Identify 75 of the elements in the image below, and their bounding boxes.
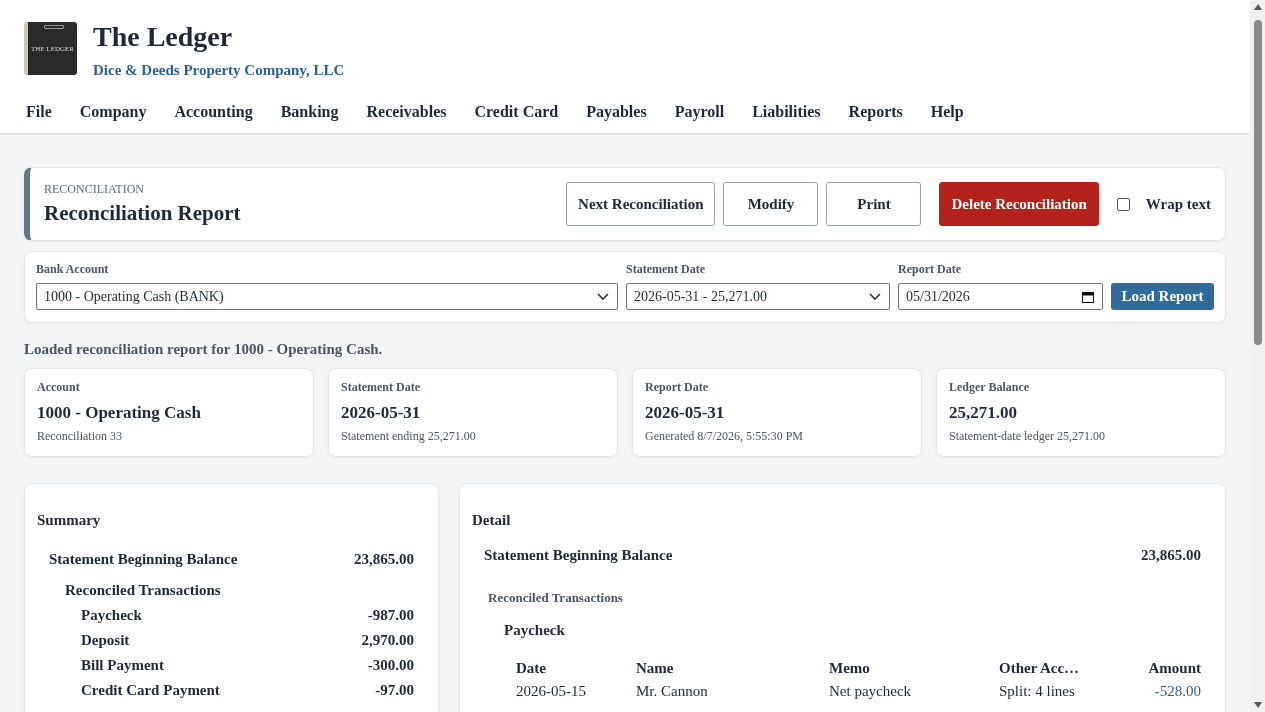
menu-item[interactable]: Help <box>916 95 978 133</box>
scrollbar[interactable] <box>1250 0 1265 712</box>
column-header: Other Acc… <box>999 659 1081 678</box>
detail-subgroup: Paycheck <box>503 622 566 639</box>
detail-group: Reconciled Transactions <box>472 590 1213 606</box>
field-label: Report Date <box>898 262 962 277</box>
column-header: Date <box>516 659 547 678</box>
stat-label: Report Date <box>645 380 709 395</box>
stat-note: Statement-date ledger 25,271.00 <box>949 429 1106 444</box>
chevron-down-icon <box>597 292 609 301</box>
chevron-down-icon <box>869 292 881 301</box>
select-field[interactable]: 2026-05-31 - 25,271.00 <box>626 283 890 310</box>
action-button[interactable]: Next Reconciliation <box>566 182 716 226</box>
summary-amount: -300.00 <box>367 656 414 675</box>
summary-group: Reconciled Transactions <box>65 578 221 603</box>
stat-label: Statement Date <box>341 380 421 395</box>
summary-amount: 23,865.00 <box>354 550 414 569</box>
calendar-icon[interactable] <box>1082 290 1094 303</box>
summary-amount: 2,970.00 <box>361 631 414 650</box>
menu-item[interactable]: Accounting <box>160 95 267 133</box>
checkbox-label: Wrap text <box>1145 195 1211 213</box>
stat-label: Account <box>37 380 81 395</box>
table-cell-text: Split: 4 lines <box>999 682 1076 701</box>
status-message: Loaded reconciliation report for 1000 - Operating Cash. <box>24 341 384 358</box>
summary-amount: -97.00 <box>375 681 414 700</box>
detail-amount: 23,865.00 <box>1141 547 1201 564</box>
action-button[interactable]: Print <box>826 182 922 226</box>
menu-item[interactable]: Receivables <box>352 95 461 133</box>
summary-label: Statement Beginning Balance <box>49 550 238 569</box>
table-cell-text: -528.00 <box>1153 682 1201 701</box>
delete-button[interactable]: Delete Reconciliation <box>939 182 1099 226</box>
table-cell-text: Mr. Cannon <box>636 682 709 701</box>
stat-note: Generated 8/7/2026, 5:55:30 PM <box>645 429 804 444</box>
scroll-thumb[interactable] <box>1253 20 1262 345</box>
page-eyebrow: RECONCILIATION <box>44 182 145 197</box>
panel-title: Summary <box>37 512 102 529</box>
menu-item[interactable]: Credit Card <box>460 95 573 133</box>
summary-label: Credit Card Payment <box>81 681 220 700</box>
menu-item[interactable]: Reports <box>834 95 917 133</box>
scroll-up-icon[interactable] <box>1253 4 1262 10</box>
stat-value: 25,271.00 <box>949 403 1018 423</box>
stat-value: 2026-05-31 <box>341 403 422 423</box>
menu-item[interactable]: Payroll <box>660 95 739 133</box>
summary-label: Paycheck <box>81 606 142 625</box>
stat-label: Ledger Balance <box>949 380 1031 395</box>
field-label: Bank Account <box>36 262 110 277</box>
load-report-button[interactable]: Load Report <box>1111 283 1214 310</box>
column-header: Amount <box>1147 659 1201 678</box>
field-label: Statement Date <box>626 262 706 277</box>
stat-value: 1000 - Operating Cash <box>37 403 202 423</box>
summary-label: Deposit <box>81 631 130 650</box>
menu-item[interactable]: Company <box>65 95 161 133</box>
summary-label: Bill Payment <box>81 656 164 675</box>
stat-note: Statement ending 25,271.00 <box>341 429 477 444</box>
column-header: Name <box>636 659 675 678</box>
page-title: Reconciliation Report <box>44 201 241 226</box>
menu-item[interactable]: File <box>12 95 66 133</box>
action-button[interactable]: Modify <box>723 182 819 226</box>
table-cell-text: 2026-05-15 <box>516 682 587 701</box>
menu-item[interactable]: Banking <box>266 95 353 133</box>
scroll-down-icon[interactable] <box>1253 702 1262 708</box>
table-cell-text: Net paycheck <box>829 682 913 701</box>
column-header: Memo <box>829 659 871 678</box>
detail-label: Statement Beginning Balance <box>484 547 673 564</box>
select-field[interactable]: 1000 - Operating Cash (BANK) <box>36 283 618 310</box>
stat-value: 2026-05-31 <box>645 403 726 423</box>
menu-item[interactable]: Liabilities <box>738 95 835 133</box>
menu-item[interactable]: Payables <box>572 95 661 133</box>
wrap-text-checkbox[interactable] <box>1116 197 1130 211</box>
app-title: The Ledger <box>93 22 234 52</box>
date-field[interactable]: 05/31/2026 <box>898 283 1103 310</box>
panel-title: Detail <box>472 512 512 529</box>
company-name: Dice & Deeds Property Company, LLC <box>93 62 345 79</box>
summary-amount: -987.00 <box>367 606 414 625</box>
stat-note: Reconciliation 33 <box>37 429 123 444</box>
